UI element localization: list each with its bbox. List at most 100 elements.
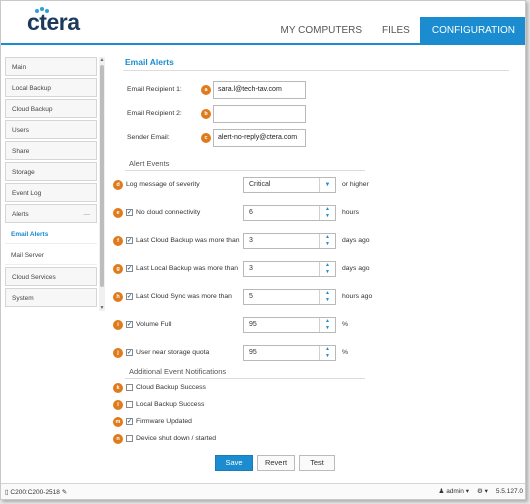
notification-label: Firmware Updated: [136, 418, 192, 425]
nav-my-computers[interactable]: MY COMPUTERS: [271, 17, 373, 45]
sender-email-input[interactable]: alert-no-reply@ctera.com: [213, 129, 306, 147]
event-label: Last Cloud Backup was more than: [136, 237, 240, 244]
username: admin: [446, 488, 464, 495]
status-bar: ▯ C200:C200-2518 ✎ ♟ admin ▾ ⚙ ▾ 5.5.127…: [1, 483, 525, 499]
sidebar-item-cloud-services[interactable]: Cloud Services: [5, 267, 97, 286]
checkbox-last-local-backup[interactable]: ✓: [126, 265, 133, 272]
additional-divider: [125, 378, 365, 379]
badge-d: d: [113, 180, 123, 190]
stepper-arrows-icon[interactable]: ▲ ▼: [319, 318, 335, 332]
email-recipient-1-input[interactable]: sara.l@tech-tav.com: [213, 81, 306, 99]
sidebar-item-share[interactable]: Share: [5, 141, 97, 160]
notification-label: Device shut down / started: [136, 435, 217, 442]
sidebar-item-local-backup[interactable]: Local Backup: [5, 78, 97, 97]
event-unit: days ago: [342, 265, 370, 272]
stepper-value: 95: [249, 321, 257, 328]
sidebar-item-event-log[interactable]: Event Log: [5, 183, 97, 202]
app-window: ctera MY COMPUTERS FILES CONFIGURATION M…: [0, 0, 526, 500]
alert-events-divider: [125, 170, 365, 171]
save-button[interactable]: Save: [215, 455, 253, 471]
sidebar-item-main[interactable]: Main: [5, 57, 97, 76]
sidebar-item-storage[interactable]: Storage: [5, 162, 97, 181]
settings-menu[interactable]: ⚙ ▾: [477, 487, 488, 495]
nav-files[interactable]: FILES: [372, 17, 420, 45]
collapse-icon[interactable]: —: [84, 205, 91, 224]
device-icon: ▯: [5, 489, 9, 496]
stepper-arrows-icon[interactable]: ▲ ▼: [319, 290, 335, 304]
alert-events-title: Alert Events: [129, 159, 170, 168]
checkbox-local-backup-success[interactable]: [126, 401, 133, 408]
checkbox-last-cloud-backup[interactable]: ✓: [126, 237, 133, 244]
event-unit: %: [342, 321, 349, 328]
device-name: C200:C200-2518: [10, 489, 60, 496]
test-button[interactable]: Test: [299, 455, 335, 471]
sidebar-item-cloud-backup[interactable]: Cloud Backup: [5, 99, 97, 118]
stepper-arrows-icon[interactable]: ▲ ▼: [319, 346, 335, 360]
last-cloud-backup-stepper[interactable]: 3 ▲ ▼: [243, 233, 336, 249]
checkbox-no-cloud-connectivity[interactable]: ✓: [126, 209, 133, 216]
user-icon: ♟: [438, 488, 445, 495]
badge-e: e: [113, 208, 123, 218]
stepper-value: 3: [249, 265, 253, 272]
badge-j: j: [113, 348, 123, 358]
logo: ctera: [27, 9, 80, 35]
badge-h: h: [113, 292, 123, 302]
event-unit: hours ago: [342, 293, 373, 300]
badge-l: l: [113, 400, 123, 410]
last-local-backup-stepper[interactable]: 3 ▲ ▼: [243, 261, 336, 277]
badge-n: n: [113, 434, 123, 444]
user-menu[interactable]: ♟ admin ▾: [439, 487, 469, 495]
chevron-down-icon[interactable]: ▼: [319, 178, 335, 192]
badge-g: g: [113, 264, 123, 274]
event-unit: days ago: [342, 237, 370, 244]
additional-notifications-title: Additional Event Notifications: [129, 367, 227, 376]
badge-m: m: [113, 417, 123, 427]
badge-k: k: [113, 383, 123, 393]
checkbox-user-near-quota[interactable]: ✓: [126, 349, 133, 356]
stepper-arrows-icon[interactable]: ▲ ▼: [319, 262, 335, 276]
severity-suffix: or higher: [342, 181, 369, 188]
checkbox-last-cloud-sync[interactable]: ✓: [126, 293, 133, 300]
severity-label: Log message of severity: [126, 181, 200, 188]
checkbox-device-shutdown[interactable]: [126, 435, 133, 442]
volume-full-stepper[interactable]: 95 ▲ ▼: [243, 317, 336, 333]
severity-value: Critical: [249, 181, 271, 188]
nav-configuration[interactable]: CONFIGURATION: [419, 17, 525, 45]
chevron-down-icon: ▾: [484, 488, 488, 495]
sidebar-item-email-alerts[interactable]: Email Alerts: [5, 225, 97, 244]
edit-icon[interactable]: ✎: [62, 489, 67, 496]
version-label: 5.5.127.0: [495, 487, 523, 495]
sender-label: Sender Email:: [127, 134, 170, 141]
sidebar-item-system[interactable]: System: [5, 288, 97, 307]
severity-select[interactable]: Critical ▼: [243, 177, 336, 193]
sidebar-item-mail-server[interactable]: Mail Server: [5, 246, 97, 265]
scroll-down-icon[interactable]: ▼: [99, 305, 105, 311]
badge-a: a: [201, 85, 211, 95]
notification-label: Local Backup Success: [136, 401, 205, 408]
no-cloud-connectivity-stepper[interactable]: 6 ▲ ▼: [243, 205, 336, 221]
badge-f: f: [113, 236, 123, 246]
sidebar-item-alerts[interactable]: Alerts —: [5, 204, 97, 223]
event-label: Last Cloud Sync was more than: [136, 293, 232, 300]
main-content: Email Alerts Email Recipient 1: a sara.l…: [113, 53, 515, 473]
stepper-arrows-icon[interactable]: ▲ ▼: [319, 234, 335, 248]
user-near-quota-stepper[interactable]: 95 ▲ ▼: [243, 345, 336, 361]
stepper-value: 3: [249, 237, 253, 244]
stepper-value: 95: [249, 349, 257, 356]
device-info: ▯ C200:C200-2518 ✎: [5, 488, 67, 496]
checkbox-firmware-updated[interactable]: ✓: [126, 418, 133, 425]
last-cloud-sync-stepper[interactable]: 5 ▲ ▼: [243, 289, 336, 305]
stepper-value: 6: [249, 209, 253, 216]
sidebar-item-users[interactable]: Users: [5, 120, 97, 139]
scroll-up-icon[interactable]: ▲: [99, 57, 105, 63]
revert-button[interactable]: Revert: [257, 455, 295, 471]
email-recipient-2-input[interactable]: [213, 105, 306, 123]
footer-right: ♟ admin ▾ ⚙ ▾ 5.5.127.0: [439, 487, 523, 496]
stepper-arrows-icon[interactable]: ▲ ▼: [319, 206, 335, 220]
sidebar-scrollbar[interactable]: ▲ ▼: [99, 57, 105, 311]
chevron-down-icon: ▾: [465, 488, 469, 495]
event-label: User near storage quota: [136, 349, 210, 356]
scroll-thumb[interactable]: [100, 65, 104, 287]
checkbox-cloud-backup-success[interactable]: [126, 384, 133, 391]
checkbox-volume-full[interactable]: ✓: [126, 321, 133, 328]
